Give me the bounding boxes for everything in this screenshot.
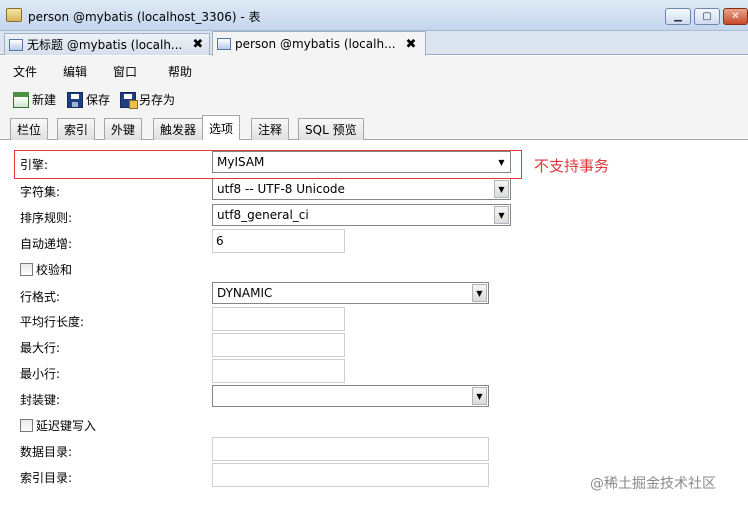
row-format-value: DYNAMIC xyxy=(217,286,273,300)
save-button-label: 保存 xyxy=(86,93,111,107)
tab-triggers[interactable]: 触发器 xyxy=(153,118,204,140)
charset-select[interactable]: utf8 -- UTF-8 Unicode ▼ xyxy=(212,178,511,200)
close-button[interactable]: ✕ xyxy=(723,8,748,25)
chevron-down-icon: ▼ xyxy=(472,387,487,405)
row-format-select[interactable]: DYNAMIC ▼ xyxy=(212,282,489,304)
close-icon: ✕ xyxy=(731,10,740,22)
tab-sql-preview[interactable]: SQL 预览 xyxy=(298,118,364,140)
annotation-text: 不支持事务 xyxy=(534,157,610,175)
table-app-icon xyxy=(6,8,22,22)
pack-keys-select[interactable]: ▼ xyxy=(212,385,489,407)
table-icon xyxy=(217,38,231,50)
tab-foreign-keys[interactable]: 外键 xyxy=(104,118,143,140)
min-rows-label: 最小行: xyxy=(20,367,61,381)
engine-highlight-box xyxy=(14,150,522,179)
save-icon xyxy=(67,91,83,108)
tab-fields[interactable]: 栏位 xyxy=(10,118,49,140)
delay-key-write-label: 延迟键写入 xyxy=(36,419,97,433)
data-directory-label: 数据目录: xyxy=(20,445,73,459)
chevron-down-icon: ▼ xyxy=(472,284,487,302)
collation-select[interactable]: utf8_general_ci ▼ xyxy=(212,204,511,226)
property-tab-bar: 栏位 索引 外键 触发器 选项 注释 SQL 预览 xyxy=(0,114,748,141)
avg-row-length-input[interactable] xyxy=(212,307,345,331)
charset-label: 字符集: xyxy=(20,185,61,199)
delay-key-write-checkbox[interactable] xyxy=(20,419,33,432)
charset-value: utf8 -- UTF-8 Unicode xyxy=(217,182,345,196)
new-table-icon xyxy=(13,91,29,108)
minimize-button[interactable]: ▁ xyxy=(665,8,691,25)
menu-file[interactable]: 文件 xyxy=(13,63,37,80)
max-rows-label: 最大行: xyxy=(20,341,61,355)
auto-increment-label: 自动递增: xyxy=(20,237,73,251)
menu-bar: 文件 编辑 窗口 帮助 xyxy=(0,56,748,84)
checksum-row[interactable]: 校验和 xyxy=(20,261,72,278)
collation-label: 排序规则: xyxy=(20,211,73,225)
window-title: person @mybatis (localhost_3306) - 表 xyxy=(28,10,261,24)
menu-window[interactable]: 窗口 xyxy=(113,63,137,80)
save-button[interactable]: 保存 xyxy=(67,91,110,108)
table-icon xyxy=(9,38,23,51)
title-bar: person @mybatis (localhost_3306) - 表 ▁ ▢… xyxy=(0,0,748,31)
minimize-icon: ▁ xyxy=(674,10,682,22)
row-format-label: 行格式: xyxy=(20,290,61,304)
watermark: @稀土掘金技术社区 xyxy=(590,476,716,492)
maximize-icon: ▢ xyxy=(702,10,712,22)
tab-indexes[interactable]: 索引 xyxy=(57,118,96,140)
tab-options[interactable]: 选项 xyxy=(202,115,241,141)
close-tab-icon[interactable]: ✖ xyxy=(406,37,417,52)
save-as-button[interactable]: 另存为 xyxy=(120,91,176,109)
document-tab-bar: 无标题 @mybatis (localh... ✖ person @mybati… xyxy=(0,31,748,56)
checksum-checkbox[interactable] xyxy=(20,263,33,276)
min-rows-input[interactable] xyxy=(212,359,345,383)
auto-increment-input[interactable]: 6 xyxy=(212,229,345,253)
index-directory-input[interactable] xyxy=(212,463,489,487)
maximize-button[interactable]: ▢ xyxy=(694,8,720,25)
menu-edit[interactable]: 编辑 xyxy=(63,63,87,80)
data-directory-input[interactable] xyxy=(212,437,489,461)
menu-help[interactable]: 帮助 xyxy=(168,63,192,80)
index-directory-label: 索引目录: xyxy=(20,471,73,485)
delay-key-write-row[interactable]: 延迟键写入 xyxy=(20,417,96,434)
collation-value: utf8_general_ci xyxy=(217,208,309,222)
toolbar: 新建 保存 另存为 xyxy=(0,84,748,114)
chevron-down-icon: ▼ xyxy=(494,206,509,224)
checksum-label: 校验和 xyxy=(36,263,73,277)
max-rows-input[interactable] xyxy=(212,333,345,357)
chevron-down-icon: ▼ xyxy=(494,180,509,198)
new-button[interactable]: 新建 xyxy=(13,91,56,108)
save-as-icon xyxy=(120,91,138,109)
avg-row-length-label: 平均行长度: xyxy=(20,315,85,329)
doc-tab-label: person @mybatis (localh... xyxy=(235,37,396,51)
close-tab-icon[interactable]: ✖ xyxy=(192,37,203,52)
doc-tab-label: 无标题 @mybatis (localh... xyxy=(27,38,183,52)
doc-tab-person[interactable]: person @mybatis (localh... ✖ xyxy=(212,31,426,56)
tab-comment[interactable]: 注释 xyxy=(251,118,290,140)
new-button-label: 新建 xyxy=(32,93,57,107)
pack-keys-label: 封装键: xyxy=(20,393,61,407)
save-as-button-label: 另存为 xyxy=(139,93,176,107)
doc-tab-untitled[interactable]: 无标题 @mybatis (localh... ✖ xyxy=(4,33,210,55)
